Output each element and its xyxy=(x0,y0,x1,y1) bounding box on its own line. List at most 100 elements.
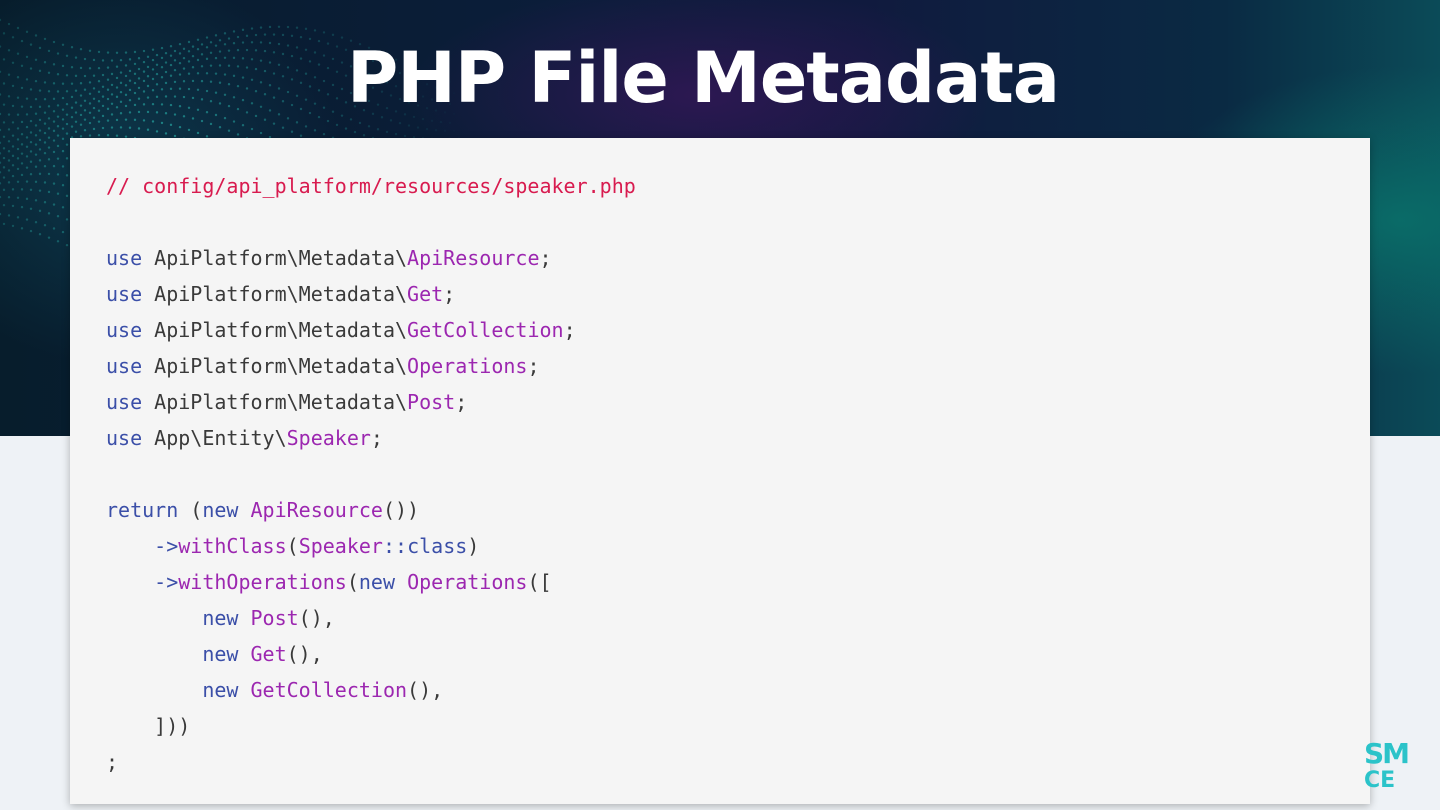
pattern-dot xyxy=(232,120,236,123)
pattern-dot xyxy=(38,189,42,192)
pattern-dot xyxy=(439,120,443,124)
pattern-dot xyxy=(173,134,177,138)
pattern-dot xyxy=(16,157,20,160)
pattern-dot xyxy=(61,165,65,168)
code-token: -> xyxy=(154,534,179,558)
pattern-dot xyxy=(92,127,96,131)
pattern-dot xyxy=(47,136,51,139)
code-line: ->withOperations(new Operations([ xyxy=(106,564,636,600)
pattern-dot xyxy=(47,127,51,130)
pattern-dot xyxy=(52,129,56,133)
pattern-dot xyxy=(20,227,24,230)
code-token: return xyxy=(106,498,179,522)
pattern-dot xyxy=(56,240,60,243)
pattern-dot xyxy=(304,125,308,128)
pattern-dot xyxy=(65,174,69,177)
pattern-dot xyxy=(43,201,47,204)
pattern-dot xyxy=(43,151,47,155)
pattern-dot xyxy=(34,153,38,156)
pattern-dot xyxy=(52,150,56,154)
pattern-dot xyxy=(281,126,285,129)
code-token: ; xyxy=(443,282,456,306)
pattern-dot xyxy=(52,120,56,123)
code-token: ([ xyxy=(527,570,552,594)
pattern-dot xyxy=(407,124,411,127)
pattern-dot xyxy=(119,126,123,129)
pattern-dot xyxy=(52,164,56,168)
pattern-dot xyxy=(101,126,105,130)
pattern-dot xyxy=(61,127,65,130)
pattern-dot xyxy=(11,121,15,124)
code-token: ) xyxy=(467,534,480,558)
pattern-dot xyxy=(34,165,38,168)
pattern-dot xyxy=(20,143,24,146)
pattern-dot xyxy=(56,134,60,137)
pattern-dot xyxy=(110,126,114,129)
code-token: Post xyxy=(407,390,456,414)
code-token: ( xyxy=(346,570,359,594)
code-line: new GetCollection(), xyxy=(106,672,636,708)
code-token: GetCollection xyxy=(407,318,564,342)
pattern-dot xyxy=(2,166,6,169)
code-token: -> xyxy=(154,570,179,594)
pattern-dot xyxy=(7,181,11,184)
pattern-dot xyxy=(2,203,6,207)
code-line: use ApiPlatform\Metadata\Operations; xyxy=(106,348,636,384)
pattern-dot xyxy=(2,222,6,226)
code-line: use ApiPlatform\Metadata\GetCollection; xyxy=(106,312,636,348)
code-token: ; xyxy=(563,318,576,342)
pattern-dot xyxy=(11,134,15,137)
pattern-dot xyxy=(434,128,438,132)
pattern-dot xyxy=(236,133,240,136)
code-token: ApiResource xyxy=(250,498,383,522)
pattern-dot xyxy=(146,128,150,131)
pattern-dot xyxy=(20,162,24,165)
pattern-dot xyxy=(2,188,6,192)
code-token: ()) xyxy=(382,498,420,522)
pattern-dot xyxy=(0,182,2,185)
pattern-dot xyxy=(61,230,65,234)
code-line: return (new ApiResource()) xyxy=(106,492,636,528)
pattern-dot xyxy=(29,140,33,144)
pattern-dot xyxy=(61,206,65,209)
pattern-dot xyxy=(29,188,33,191)
code-token: use xyxy=(106,246,143,270)
pattern-dot xyxy=(47,212,51,215)
code-token: withClass xyxy=(178,534,287,558)
code-token: Speaker xyxy=(286,426,371,450)
code-token: ::class xyxy=(382,534,468,558)
pattern-dot xyxy=(344,127,348,130)
code-token: new xyxy=(202,498,239,522)
code-line: ])) xyxy=(106,708,636,744)
pattern-dot xyxy=(250,127,254,131)
pattern-dot xyxy=(277,25,281,28)
pattern-dot xyxy=(7,128,11,131)
pattern-dot xyxy=(241,28,245,32)
pattern-dot xyxy=(322,132,326,136)
pattern-dot xyxy=(7,22,11,26)
pattern-dot xyxy=(20,152,24,155)
pattern-dot xyxy=(115,134,119,137)
pattern-dot xyxy=(56,144,60,148)
pattern-dot xyxy=(7,196,11,199)
pattern-dot xyxy=(16,26,20,30)
pattern-dot xyxy=(227,129,231,132)
pattern-dot xyxy=(335,123,339,127)
pattern-dot xyxy=(20,205,24,209)
pattern-dot xyxy=(299,134,303,137)
pattern-dot xyxy=(16,216,20,219)
code-block: // config/api_platform/resources/speaker… xyxy=(106,168,636,780)
code-token: use xyxy=(106,282,143,306)
code-token: ; xyxy=(106,750,119,774)
pattern-dot xyxy=(29,131,33,134)
code-token: ApiPlatform\Metadata\ xyxy=(142,354,408,378)
pattern-dot xyxy=(11,164,15,167)
code-token: use xyxy=(106,354,143,378)
pattern-dot xyxy=(259,26,263,29)
pattern-dot xyxy=(25,218,29,221)
